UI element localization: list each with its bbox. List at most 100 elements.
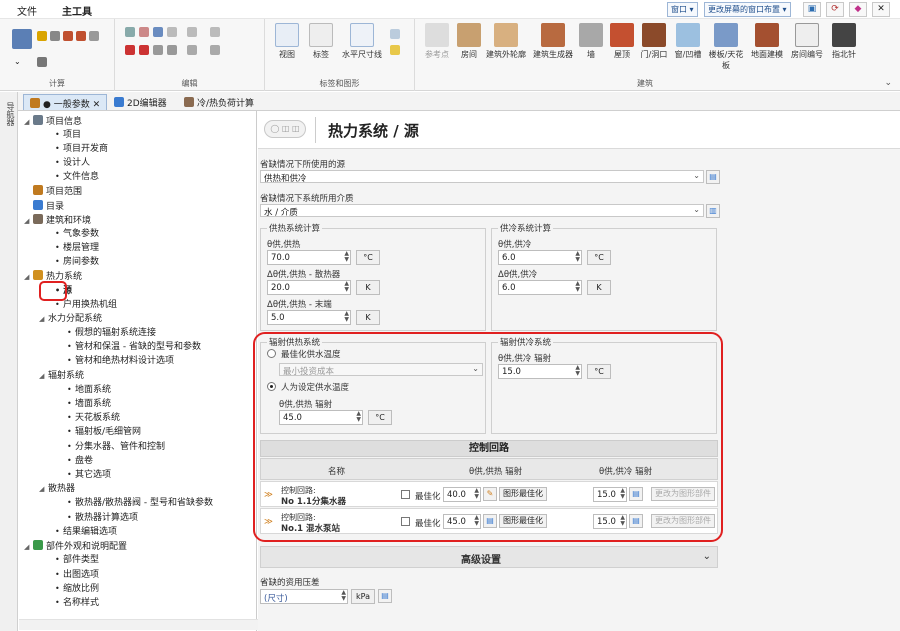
tree-item[interactable]: ◢ 辐射系统: [39, 370, 84, 382]
tree-item[interactable]: • 天花板系统: [67, 412, 120, 424]
ribbon-group-label: 标签和图形: [319, 79, 360, 88]
door-button[interactable]: 门/洞口: [637, 23, 671, 60]
tree-item[interactable]: • 结果编辑选项: [55, 526, 117, 538]
heat-dt-radiator-input[interactable]: 20.0 ▲ ▼: [267, 280, 351, 295]
nav-back-button[interactable]: ◯ ◫ ◫: [264, 120, 306, 138]
tree-item[interactable]: • 出图选项: [55, 569, 99, 581]
array-icon[interactable]: [210, 45, 220, 55]
tree-item[interactable]: • 盘卷: [67, 455, 93, 467]
ref-point-button[interactable]: 参考点: [419, 23, 455, 60]
cool-dt-input[interactable]: 6.0 ▲ ▼: [498, 280, 582, 295]
heat-supply-temp-input[interactable]: 70.0 ▲ ▼: [267, 250, 351, 265]
delete2-icon[interactable]: [139, 45, 149, 55]
medium-select[interactable]: 水 / 介质 ⌄: [260, 204, 704, 218]
list-icon[interactable]: [37, 57, 47, 67]
ground-button[interactable]: 地面建模: [747, 23, 787, 60]
tree-item[interactable]: • 其它选项: [67, 469, 111, 481]
chevron-down-icon[interactable]: ⌄: [14, 57, 21, 67]
close-icon[interactable]: ✕: [872, 2, 890, 17]
tree-item[interactable]: • 管材和绝热材料设计选项: [67, 355, 174, 367]
tree-item[interactable]: • 楼层管理: [55, 242, 99, 254]
tree-item[interactable]: • 地面系统: [67, 384, 111, 396]
tree-item[interactable]: • 散热器/散热器阀 - 型号和省缺参数: [67, 497, 213, 509]
tree-item[interactable]: • 气象参数: [55, 228, 99, 240]
collapse-icon[interactable]: ⌄: [884, 78, 892, 88]
window-layout-dropdown[interactable]: 更改屏幕的窗口布置 ▾: [704, 2, 791, 17]
tab-general-params[interactable]: ● 一般参数 ✕: [23, 94, 108, 110]
tree-item[interactable]: • 户用换热机组: [55, 299, 117, 311]
tree-item[interactable]: • 墙面系统: [67, 398, 111, 410]
ribbon-group-labels: 视图 标签 水平尺寸线 标签和图形: [265, 19, 415, 91]
tree-item[interactable]: ◢ 水力分配系统: [39, 313, 102, 325]
sync-icon[interactable]: ⟳: [826, 2, 844, 17]
drop-icon[interactable]: [63, 31, 73, 41]
hdim-button[interactable]: 水平尺寸线: [337, 23, 387, 60]
north-button[interactable]: 指北针: [827, 23, 861, 60]
navigator-sidebar[interactable]: 导航器: [0, 92, 18, 631]
tree-item[interactable]: • 辐射板/毛细管网: [67, 426, 141, 438]
frame-icon[interactable]: [167, 27, 177, 37]
tree-item[interactable]: ◢ 部件外观和说明配置: [24, 540, 127, 553]
rotate-icon[interactable]: [153, 45, 163, 55]
source-select[interactable]: 供热和供冷 ⌄: [260, 170, 704, 184]
note-icon[interactable]: [390, 45, 400, 55]
tree-item[interactable]: • 部件类型: [55, 554, 99, 566]
tree-item[interactable]: • 缩放比例: [55, 583, 99, 595]
tree-item[interactable]: ◢ 建筑和环境: [24, 214, 91, 227]
calculator-icon[interactable]: [12, 29, 32, 49]
cool-supply-temp-input[interactable]: 6.0 ▲ ▼: [498, 250, 582, 265]
tab-load-calc[interactable]: 冷/热负荷计算: [178, 94, 260, 110]
drop2-icon[interactable]: [76, 31, 86, 41]
room-number-button[interactable]: 房间编号: [787, 23, 827, 60]
heat-dt-floor-input[interactable]: 5.0 ▲ ▼: [267, 310, 351, 325]
window-icon[interactable]: ▣: [803, 2, 821, 17]
move-icon[interactable]: [187, 27, 197, 37]
scale-icon[interactable]: [187, 45, 197, 55]
window-button[interactable]: 窗/凹槽: [671, 23, 705, 60]
tree-item[interactable]: • 管材和保温 - 省缺的型号和参数: [67, 341, 201, 353]
tree-item[interactable]: • 设计人: [55, 157, 90, 169]
label-button[interactable]: 标签: [303, 23, 339, 60]
medium-db-icon[interactable]: ▥: [706, 204, 720, 218]
folder-icon[interactable]: [37, 31, 47, 41]
mirror-icon[interactable]: [167, 45, 177, 55]
tree-item[interactable]: • 项目开发商: [55, 143, 108, 155]
wall-button[interactable]: 墙: [577, 23, 605, 60]
tab-close-icon[interactable]: ✕: [93, 100, 101, 110]
text-icon[interactable]: [390, 29, 400, 39]
tree-item[interactable]: • 文件信息: [55, 171, 99, 183]
cut-icon[interactable]: [153, 27, 163, 37]
tree-item[interactable]: • 房间参数: [55, 256, 99, 268]
drop3-icon[interactable]: [89, 31, 99, 41]
tree-item[interactable]: • 假想的辐射系统连接: [67, 327, 156, 339]
copy-icon[interactable]: [125, 27, 135, 37]
slab-button[interactable]: 楼板/天花板: [705, 23, 747, 71]
info-icon: [33, 115, 43, 125]
help-icon[interactable]: ◆: [849, 2, 867, 17]
tree-item[interactable]: 目录: [33, 200, 64, 213]
paste-icon[interactable]: [139, 27, 149, 37]
tree-item[interactable]: • 散热器计算选项: [67, 512, 138, 524]
delete-icon[interactable]: [125, 45, 135, 55]
tab-2d-editor[interactable]: 2D编辑器: [108, 94, 173, 110]
generator-button[interactable]: 建筑生成器: [530, 23, 576, 60]
pressure-input[interactable]: (尺寸) ▲ ▼: [260, 589, 348, 604]
tree-item[interactable]: • 分集水器、管件和控制: [67, 441, 165, 453]
tree-hscrollbar[interactable]: [19, 619, 264, 630]
tree-item[interactable]: 项目范围: [33, 185, 82, 198]
table-icon[interactable]: [50, 31, 60, 41]
menu-file[interactable]: 文件: [17, 3, 37, 18]
outline-button[interactable]: 建筑外轮廓: [483, 23, 529, 60]
window-dropdown[interactable]: 窗口 ▾: [667, 2, 698, 17]
pressure-db-icon[interactable]: ▤: [378, 589, 392, 603]
room-button[interactable]: 房间: [451, 23, 487, 60]
align-icon[interactable]: [210, 27, 220, 37]
tree-item[interactable]: ◢ 项目信息: [24, 115, 82, 128]
view-button[interactable]: 视图: [269, 23, 305, 60]
tree-item[interactable]: • 项目: [55, 129, 81, 141]
tree-item[interactable]: • 名称样式: [55, 597, 99, 609]
roof-button[interactable]: 屋顶: [607, 23, 637, 60]
advanced-settings-bar[interactable]: 高级设置 ⌄: [260, 546, 718, 568]
source-db-icon[interactable]: ▤: [706, 170, 720, 184]
tree-item[interactable]: ◢ 散热器: [39, 483, 75, 495]
